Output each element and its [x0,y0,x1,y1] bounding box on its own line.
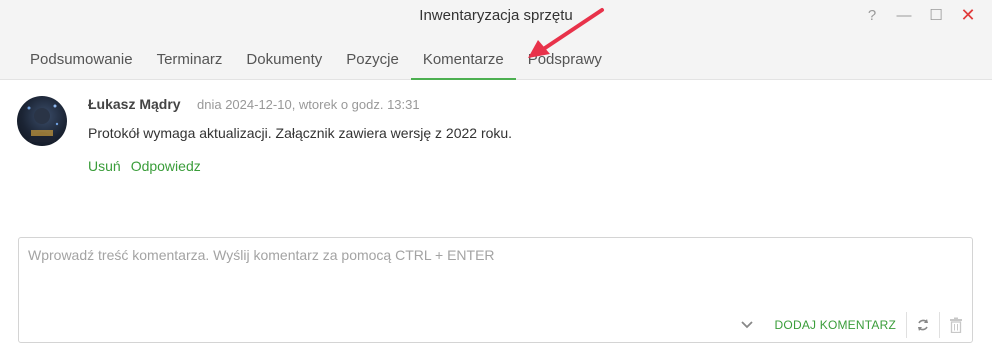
comment-composer: DODAJ KOMENTARZ [18,237,973,343]
comment-actions: Usuń Odpowiedz [88,158,201,174]
reply-comment-link[interactable]: Odpowiedz [131,158,201,174]
comment-text: Protokół wymaga aktualizacji. Załącznik … [88,125,513,141]
delete-comment-link[interactable]: Usuń [88,158,121,174]
composer-toolbar: DODAJ KOMENTARZ [729,308,972,342]
avatar-image-icon [27,104,59,142]
tab-podsumowanie[interactable]: Podsumowanie [18,42,145,80]
trash-icon[interactable] [940,308,972,342]
tab-komentarze[interactable]: Komentarze [410,42,516,80]
avatar [17,96,67,146]
refresh-icon[interactable] [907,308,939,342]
minimize-button[interactable]: — [888,4,920,26]
comment-input[interactable] [19,238,972,308]
chevron-down-icon[interactable] [729,308,765,342]
tab-pozycje[interactable]: Pozycje [334,42,411,80]
window-controls: ? — ☐ ✕ [856,4,984,26]
window-title: Inwentaryzacja sprzętu [419,7,573,24]
maximize-button[interactable]: ☐ [920,4,952,26]
tab-terminarz[interactable]: Terminarz [145,42,235,80]
tab-podsprawy[interactable]: Podsprawy [516,42,614,80]
help-button[interactable]: ? [856,4,888,26]
tab-bar: Podsumowanie Terminarz Dokumenty Pozycje… [18,42,614,80]
close-button[interactable]: ✕ [952,4,984,26]
comment-author: Łukasz Mądry [88,96,181,112]
dialog-window: Inwentaryzacja sprzętu ? — ☐ ✕ Podsumowa… [0,0,992,351]
add-comment-button[interactable]: DODAJ KOMENTARZ [765,308,906,342]
tab-dokumenty[interactable]: Dokumenty [234,42,334,80]
comment-item: Łukasz Mądry dnia 2024-12-10, wtorek o g… [17,96,977,186]
title-bar: Inwentaryzacja sprzętu ? — ☐ ✕ Podsumowa… [0,0,992,80]
comment-date: dnia 2024-12-10, wtorek o godz. 13:31 [197,97,420,112]
